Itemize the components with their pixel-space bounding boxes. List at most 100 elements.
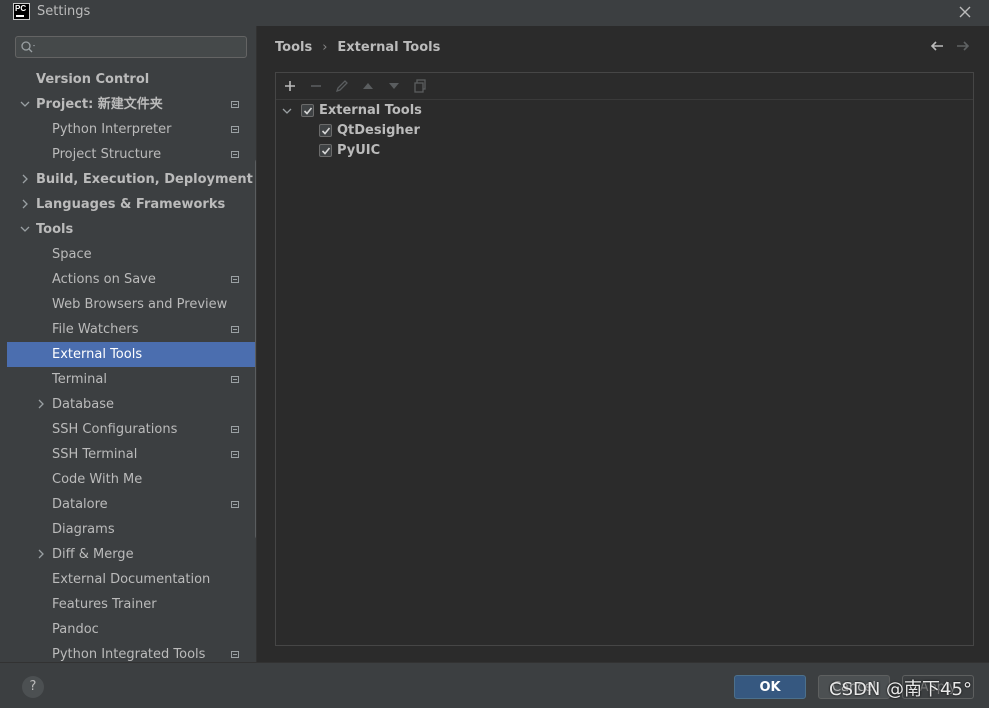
title-bar: PC Settings xyxy=(0,0,989,24)
sidebar-item[interactable]: Languages & Frameworks xyxy=(7,192,256,217)
sidebar-item[interactable]: External Documentation xyxy=(7,567,256,592)
sidebar-item[interactable]: Version Control xyxy=(7,67,256,92)
sidebar-item-label: Languages & Frameworks xyxy=(36,197,226,212)
sidebar-item-label: External Tools xyxy=(52,347,143,362)
project-scope-icon xyxy=(231,326,239,333)
sidebar-item[interactable]: Python Interpreter xyxy=(7,117,256,142)
project-scope-icon xyxy=(231,651,239,658)
window-title: Settings xyxy=(37,4,91,19)
search-icon xyxy=(21,41,35,53)
sidebar-item[interactable]: File Watchers xyxy=(7,317,256,342)
tool-checkbox[interactable] xyxy=(319,144,332,157)
sidebar-item[interactable]: Features Trainer xyxy=(7,592,256,617)
sidebar-item[interactable]: Build, Execution, Deployment xyxy=(7,167,256,192)
check-icon xyxy=(303,107,313,115)
sidebar-item[interactable]: Diff & Merge xyxy=(7,542,256,567)
sidebar-item[interactable]: Datalore xyxy=(7,492,256,517)
main-content: Tools › External Tools External Tools Qt… xyxy=(256,26,989,662)
add-tool-button[interactable] xyxy=(282,78,298,94)
sidebar-item-label: Project Structure xyxy=(52,147,162,162)
chevron-down-icon[interactable] xyxy=(19,92,31,117)
search-input-container[interactable] xyxy=(15,36,247,58)
breadcrumb-separator: › xyxy=(322,40,328,55)
copy-icon xyxy=(414,79,426,93)
chevron-right-icon[interactable] xyxy=(35,542,47,567)
triangle-down-icon xyxy=(389,83,399,89)
chevron-down-icon[interactable] xyxy=(19,217,31,242)
ok-button[interactable]: OK xyxy=(734,675,806,699)
move-up-button[interactable] xyxy=(360,78,376,94)
sidebar-item-label: Project: 新建文件夹 xyxy=(36,97,163,112)
edit-tool-button[interactable] xyxy=(334,78,350,94)
sidebar-item-label: SSH Terminal xyxy=(52,447,138,462)
project-scope-icon xyxy=(231,501,239,508)
sidebar-item[interactable]: Web Browsers and Preview xyxy=(7,292,256,317)
copy-tool-button[interactable] xyxy=(412,78,428,94)
sidebar-item-label: Features Trainer xyxy=(52,597,157,612)
cancel-button[interactable]: Cancel xyxy=(818,675,890,699)
move-down-button[interactable] xyxy=(386,78,402,94)
tools-group-checkbox[interactable] xyxy=(301,104,314,117)
search-input[interactable] xyxy=(40,39,244,57)
check-icon xyxy=(321,127,331,135)
arrow-left-icon[interactable] xyxy=(929,38,945,54)
sidebar-item-label: Space xyxy=(52,247,92,262)
sidebar-item[interactable]: Tools xyxy=(7,217,256,242)
minus-icon xyxy=(311,85,321,87)
breadcrumb-parent[interactable]: Tools xyxy=(275,40,312,55)
sidebar-item[interactable]: Diagrams xyxy=(7,517,256,542)
tools-toolbar xyxy=(276,73,973,100)
sidebar-item-label: Terminal xyxy=(52,372,107,387)
project-scope-icon xyxy=(231,101,239,108)
sidebar-item[interactable]: External Tools xyxy=(7,342,256,367)
pencil-icon xyxy=(335,80,348,93)
tool-checkbox[interactable] xyxy=(319,124,332,137)
project-scope-icon xyxy=(231,151,239,158)
sidebar-item[interactable]: Project Structure xyxy=(7,142,256,167)
chevron-right-icon[interactable] xyxy=(19,192,31,217)
tools-group-row[interactable]: External Tools xyxy=(276,101,973,121)
tool-row-qtdesigher[interactable]: QtDesigher xyxy=(276,121,973,141)
sidebar-item[interactable]: Pandoc xyxy=(7,617,256,642)
sidebar-item[interactable]: Code With Me xyxy=(7,467,256,492)
arrow-right-icon[interactable] xyxy=(955,38,971,54)
sidebar-item-label: File Watchers xyxy=(52,322,139,337)
sidebar-item-label: Python Interpreter xyxy=(52,122,172,137)
sidebar-item-label: Python Integrated Tools xyxy=(52,647,206,662)
chevron-right-icon[interactable] xyxy=(35,392,47,417)
sidebar-item-label: Actions on Save xyxy=(52,272,156,287)
tool-row-pyuic[interactable]: PyUIC xyxy=(276,141,973,161)
external-tools-panel: External Tools QtDesigher PyUIC xyxy=(275,72,974,646)
project-scope-icon xyxy=(231,276,239,283)
project-scope-icon xyxy=(231,451,239,458)
sidebar-item[interactable]: Space xyxy=(7,242,256,267)
sidebar-item[interactable]: Project: 新建文件夹 xyxy=(7,92,256,117)
remove-tool-button[interactable] xyxy=(308,78,324,94)
sidebar-item[interactable]: SSH Configurations xyxy=(7,417,256,442)
tools-group-label: External Tools xyxy=(319,103,422,118)
sidebar-item-label: Diff & Merge xyxy=(52,547,134,562)
sidebar-item-label: Tools xyxy=(36,222,74,237)
breadcrumb: Tools › External Tools xyxy=(275,40,440,55)
tool-label: QtDesigher xyxy=(337,123,420,138)
sidebar-item-label: Web Browsers and Preview xyxy=(52,297,228,312)
project-scope-icon xyxy=(231,376,239,383)
pycharm-logo-icon: PC xyxy=(13,3,30,20)
help-button[interactable]: ? xyxy=(22,676,44,698)
chevron-down-icon xyxy=(282,108,292,114)
settings-sidebar: Version Control Project: 新建文件夹 Python Inte… xyxy=(7,26,256,662)
apply-button[interactable]: Apply xyxy=(902,675,974,699)
sidebar-item-label: Datalore xyxy=(52,497,108,512)
sidebar-item[interactable]: SSH Terminal xyxy=(7,442,256,467)
sidebar-item-label: Database xyxy=(52,397,115,412)
sidebar-item-label: External Documentation xyxy=(52,572,211,587)
sidebar-item[interactable]: Database xyxy=(7,392,256,417)
project-scope-icon xyxy=(231,426,239,433)
close-icon[interactable] xyxy=(954,1,976,23)
sidebar-item[interactable]: Python Integrated Tools xyxy=(7,642,256,662)
sidebar-item[interactable]: Actions on Save xyxy=(7,267,256,292)
chevron-right-icon[interactable] xyxy=(19,167,31,192)
sidebar-item-label: Pandoc xyxy=(52,622,99,637)
check-icon xyxy=(321,147,331,155)
sidebar-item[interactable]: Terminal xyxy=(7,367,256,392)
